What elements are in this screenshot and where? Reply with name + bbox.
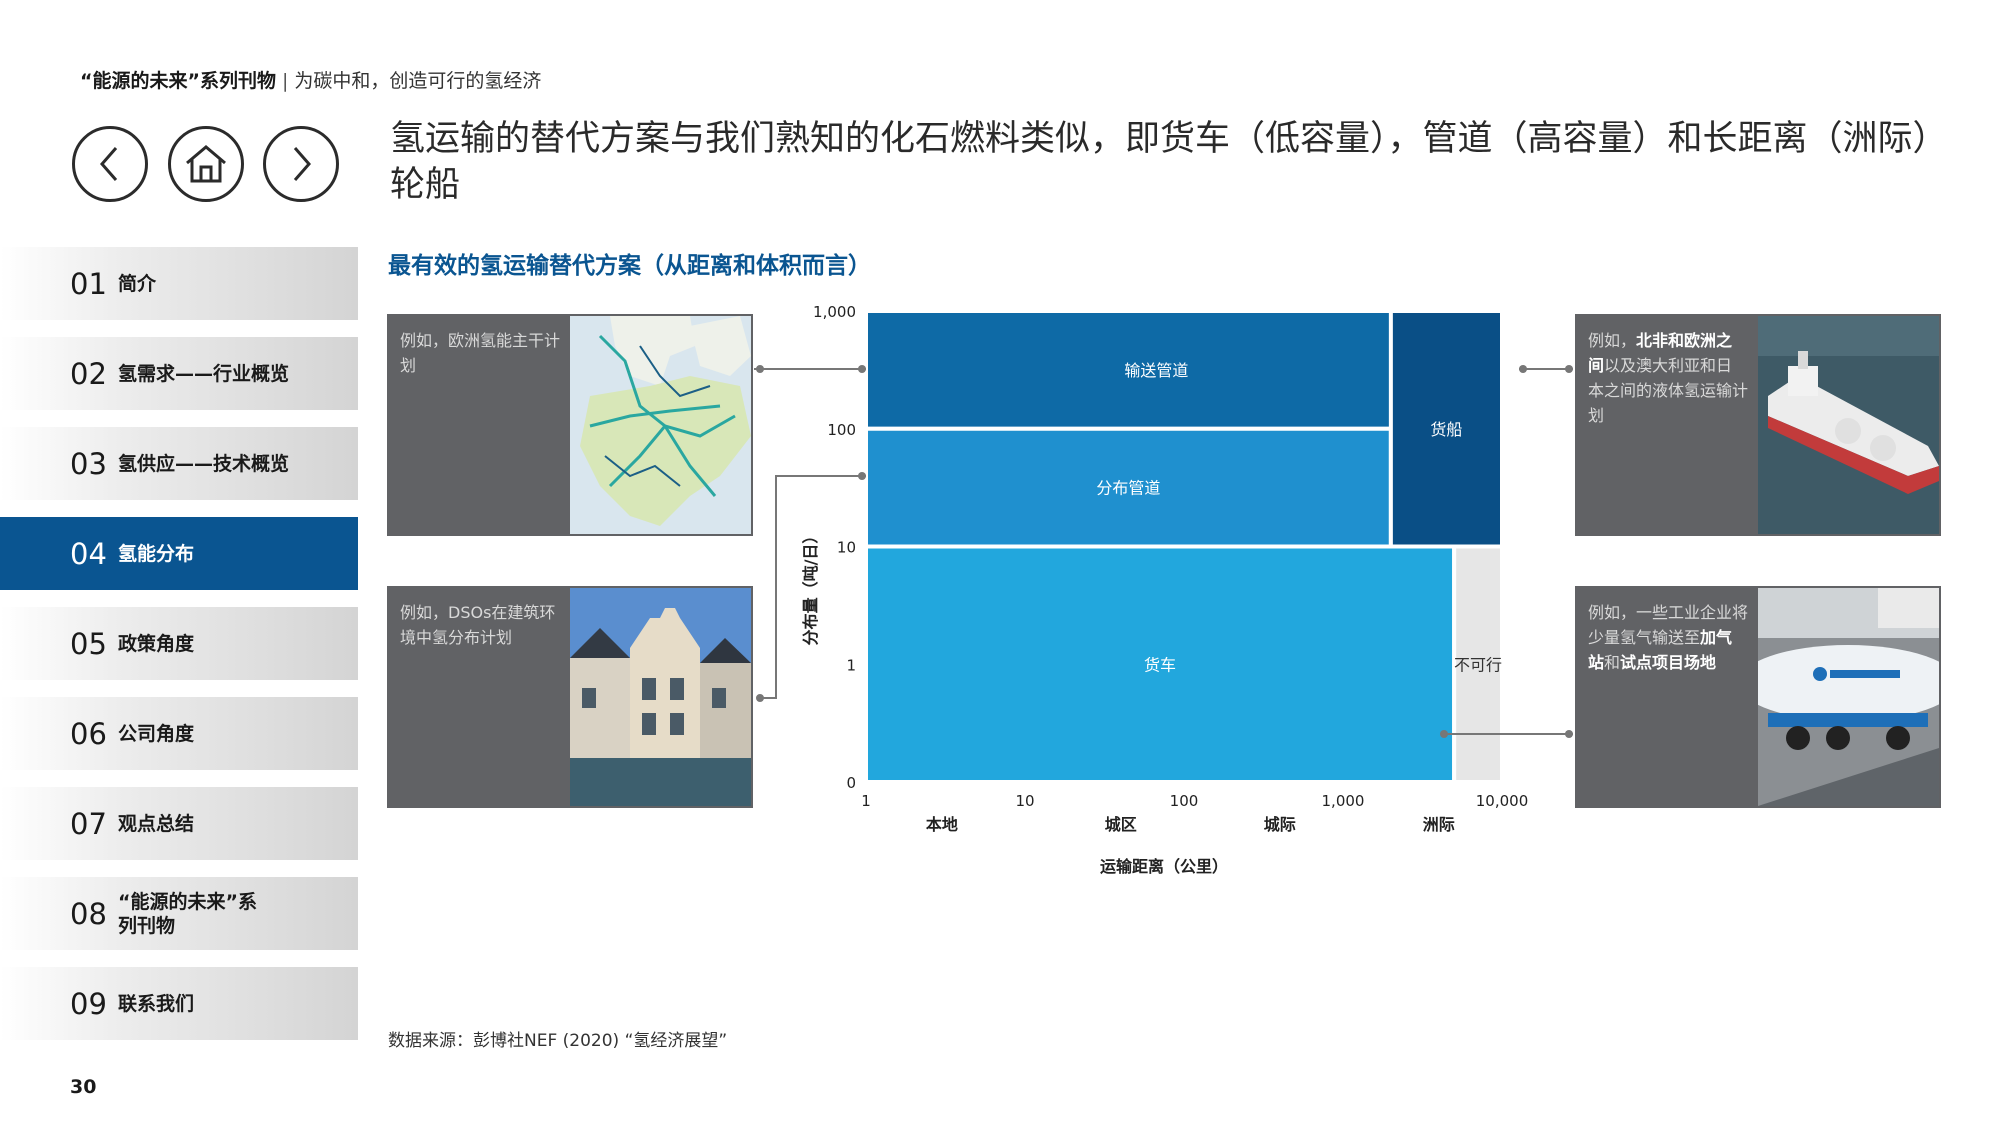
data-source: 数据来源：彭博社NEF (2020) “氢经济展望” <box>388 1031 728 1051</box>
x-category-label: 本地 <box>926 815 958 834</box>
page-number: 30 <box>70 1076 97 1098</box>
y-tick-label: 10 <box>837 539 856 557</box>
x-axis-label: 运输距离（公里） <box>1100 857 1228 876</box>
x-category-label: 城际 <box>1264 815 1296 834</box>
x-tick-label: 1 <box>861 792 871 810</box>
connector-dot <box>858 365 866 373</box>
region-1-label: 分布管道 <box>1096 479 1160 498</box>
x-category-label: 洲际 <box>1423 815 1455 834</box>
region-2-label: 货船 <box>1430 420 1462 439</box>
y-tick-label: 1 <box>846 656 856 674</box>
hydrogen-transport-chart: 输送管道分布管道货船货车 不可行 01101001,0001 10 100 1,000 1… <box>754 303 1573 876</box>
x-tick-label: 100 <box>1170 792 1199 810</box>
region-3-label: 货车 <box>1144 655 1176 674</box>
y-tick-label: 1,000 <box>813 303 856 321</box>
connector-dot <box>756 365 764 373</box>
connector-dot <box>1519 365 1527 373</box>
connector-dot <box>1565 730 1573 738</box>
y-tick-label: 100 <box>827 421 856 439</box>
connector-dot <box>1440 730 1448 738</box>
connector-dot <box>1565 365 1573 373</box>
connector-dot <box>858 472 866 480</box>
chart-regions: 输送管道分布管道 货船货车 不可行 <box>864 309 1504 784</box>
y-tick-label: 0 <box>846 774 856 792</box>
connector-dot <box>756 694 764 702</box>
region-0-label: 输送管道 <box>1124 361 1188 380</box>
region-4-label: 不可行 <box>1454 655 1502 674</box>
y-axis-label: 分布量（吨/日） <box>801 528 820 646</box>
x-category-label: 城区 <box>1105 815 1137 834</box>
x-tick-label: 10 <box>1015 792 1034 810</box>
x-tick-label: 10,000 <box>1476 792 1529 810</box>
x-tick-label: 1,000 <box>1322 792 1365 810</box>
